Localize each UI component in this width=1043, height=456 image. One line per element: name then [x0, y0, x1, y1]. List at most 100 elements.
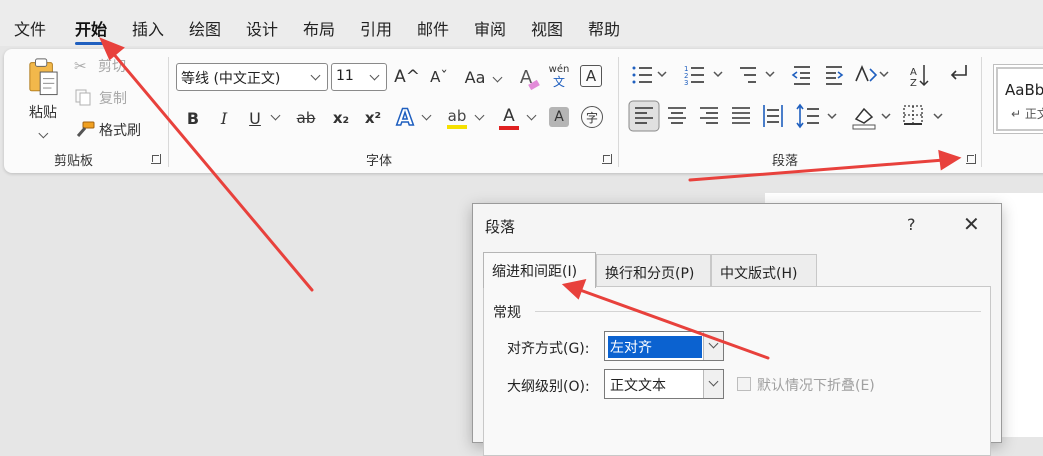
group-divider	[618, 57, 619, 167]
tab-asian-typography[interactable]: 中文版式(H)	[711, 254, 817, 286]
outline-dropdown[interactable]	[703, 370, 723, 398]
bold-button[interactable]: B	[182, 105, 204, 131]
tab-review[interactable]: 审阅	[474, 16, 506, 40]
numbering-icon[interactable]: 123	[684, 65, 704, 87]
chevron-down-icon	[933, 113, 943, 120]
phonetic-bottom: 文	[552, 75, 565, 89]
copy-icon	[75, 89, 91, 106]
tab-indents-spacing[interactable]: 缩进和间距(I)	[483, 252, 596, 288]
paste-label: 粘贴	[29, 105, 57, 122]
decrease-indent-icon[interactable]	[791, 66, 810, 85]
tab-home[interactable]: 开始	[75, 16, 108, 45]
increase-indent-icon[interactable]	[826, 66, 844, 85]
paste-button[interactable]: 粘贴	[22, 57, 64, 139]
chevron-down-icon	[713, 71, 723, 78]
multilevel-list-icon[interactable]	[740, 67, 756, 83]
chevron-down-icon	[270, 110, 281, 121]
borders-icon[interactable]	[903, 105, 923, 125]
chevron-down-icon	[881, 113, 891, 120]
bullets-icon[interactable]	[632, 66, 653, 84]
font-group-label: 字体	[366, 154, 393, 169]
group-divider	[981, 57, 982, 167]
tab-view[interactable]: 视图	[531, 16, 563, 40]
clipboard-icon	[29, 58, 58, 96]
align-right-icon[interactable]	[700, 107, 718, 124]
chevron-down-icon	[657, 71, 667, 78]
shading-icon[interactable]	[852, 107, 876, 130]
text-effects-button[interactable]: A	[392, 103, 418, 133]
collapse-checkbox[interactable]	[737, 377, 751, 391]
svg-text:A: A	[910, 67, 917, 78]
grow-font-button[interactable]: A^	[394, 63, 420, 91]
sort-icon[interactable]: AZ	[910, 65, 929, 89]
distributed-icon[interactable]	[763, 105, 783, 127]
tab-layout[interactable]: 布局	[303, 16, 335, 40]
font-color-button[interactable]: A	[496, 103, 522, 133]
paragraph-group-label: 段落	[772, 154, 799, 169]
highlight-color-button[interactable]: ab	[444, 103, 470, 133]
font-name-value: 等线 (中文正文)	[181, 71, 281, 87]
cut-button[interactable]: ✂ 剪切	[74, 55, 138, 77]
font-launcher-icon[interactable]	[602, 154, 612, 164]
underline-button[interactable]: U	[244, 105, 266, 131]
style-sample: AaBbCcDd	[1005, 81, 1043, 99]
chevron-down-icon	[310, 70, 321, 81]
tab-mailings[interactable]: 邮件	[417, 16, 449, 40]
tab-insert[interactable]: 插入	[132, 16, 164, 40]
subscript-button[interactable]: x₂	[328, 105, 354, 131]
superscript-button[interactable]: x²	[360, 105, 386, 131]
tab-file[interactable]: 文件	[14, 16, 46, 40]
style-normal[interactable]: AaBbCcDd ↵ 正文	[996, 67, 1043, 131]
clear-format-button[interactable]: A	[512, 63, 540, 91]
style-gallery[interactable]: AaBbCcDd ↵ 正文	[993, 64, 1043, 134]
tab-help[interactable]: 帮助	[588, 16, 620, 40]
chevron-down-icon	[765, 71, 775, 78]
change-case-button[interactable]: Aa	[460, 63, 490, 91]
tab-design[interactable]: 设计	[246, 16, 278, 40]
paragraph-launcher-icon[interactable]	[966, 154, 976, 164]
justify-icon[interactable]	[732, 107, 750, 124]
outline-level-value: 正文文本	[610, 378, 666, 394]
highlight-swatch	[447, 125, 467, 129]
italic-button[interactable]: I	[213, 105, 235, 131]
align-left-button[interactable]	[628, 100, 660, 132]
collapse-label: 默认情况下折叠(E)	[757, 378, 875, 394]
tab-references[interactable]: 引用	[360, 16, 392, 40]
clipboard-launcher-icon[interactable]	[151, 154, 161, 164]
menu-bar: 文件 开始 插入 绘图 设计 布局 引用 邮件 审阅 视图 帮助	[0, 0, 1043, 46]
outline-level-label: 大纲级别(O):	[507, 379, 590, 395]
paintbrush-icon	[76, 121, 95, 137]
alignment-select[interactable]: 左对齐	[604, 331, 724, 361]
chevron-down-icon	[708, 338, 719, 349]
asian-layout-icon[interactable]	[855, 64, 878, 82]
format-painter-button[interactable]: 格式刷	[74, 119, 154, 141]
shrink-font-button[interactable]: Aˇ	[426, 63, 452, 91]
show-marks-icon[interactable]	[950, 65, 967, 80]
tab-draw[interactable]: 绘图	[189, 16, 221, 40]
align-center-icon[interactable]	[668, 107, 686, 124]
outline-level-select[interactable]: 正文文本	[604, 369, 724, 399]
help-button[interactable]: ?	[907, 215, 916, 234]
paragraph-tools: 123 AZ	[628, 64, 967, 132]
section-general-label: 常规	[493, 305, 521, 321]
chevron-down-icon	[708, 376, 719, 387]
paragraph-dialog: 段落 ? ✕ 缩进和间距(I) 换行和分页(P) 中文版式(H) 常规 对齐方式…	[472, 203, 1002, 456]
ribbon: 粘贴 ✂ 剪切 复制 格式刷 剪贴板 等线 (中文正文) 11 A^ Aˇ Aa…	[4, 49, 1043, 173]
tab-line-page-breaks[interactable]: 换行和分页(P)	[596, 254, 711, 286]
svg-text:Z: Z	[910, 78, 917, 89]
strikethrough-button[interactable]: ab	[293, 105, 319, 131]
alignment-dropdown[interactable]	[703, 332, 723, 360]
font-color-icon: A	[503, 106, 515, 126]
close-button[interactable]: ✕	[963, 212, 980, 236]
enclose-characters-button[interactable]: 字	[581, 106, 603, 128]
font-name-select[interactable]: 等线 (中文正文)	[176, 63, 328, 91]
dialog-title: 段落	[485, 218, 516, 236]
copy-button[interactable]: 复制	[74, 87, 138, 109]
format-painter-label: 格式刷	[99, 123, 141, 139]
font-size-select[interactable]: 11	[331, 63, 387, 91]
line-spacing-icon[interactable]	[796, 103, 819, 129]
char-border-button[interactable]: A	[580, 65, 602, 87]
chevron-down-icon	[421, 110, 432, 121]
phonetic-guide-button[interactable]: wén 文	[546, 61, 572, 91]
char-shading-button[interactable]: A	[549, 107, 569, 127]
